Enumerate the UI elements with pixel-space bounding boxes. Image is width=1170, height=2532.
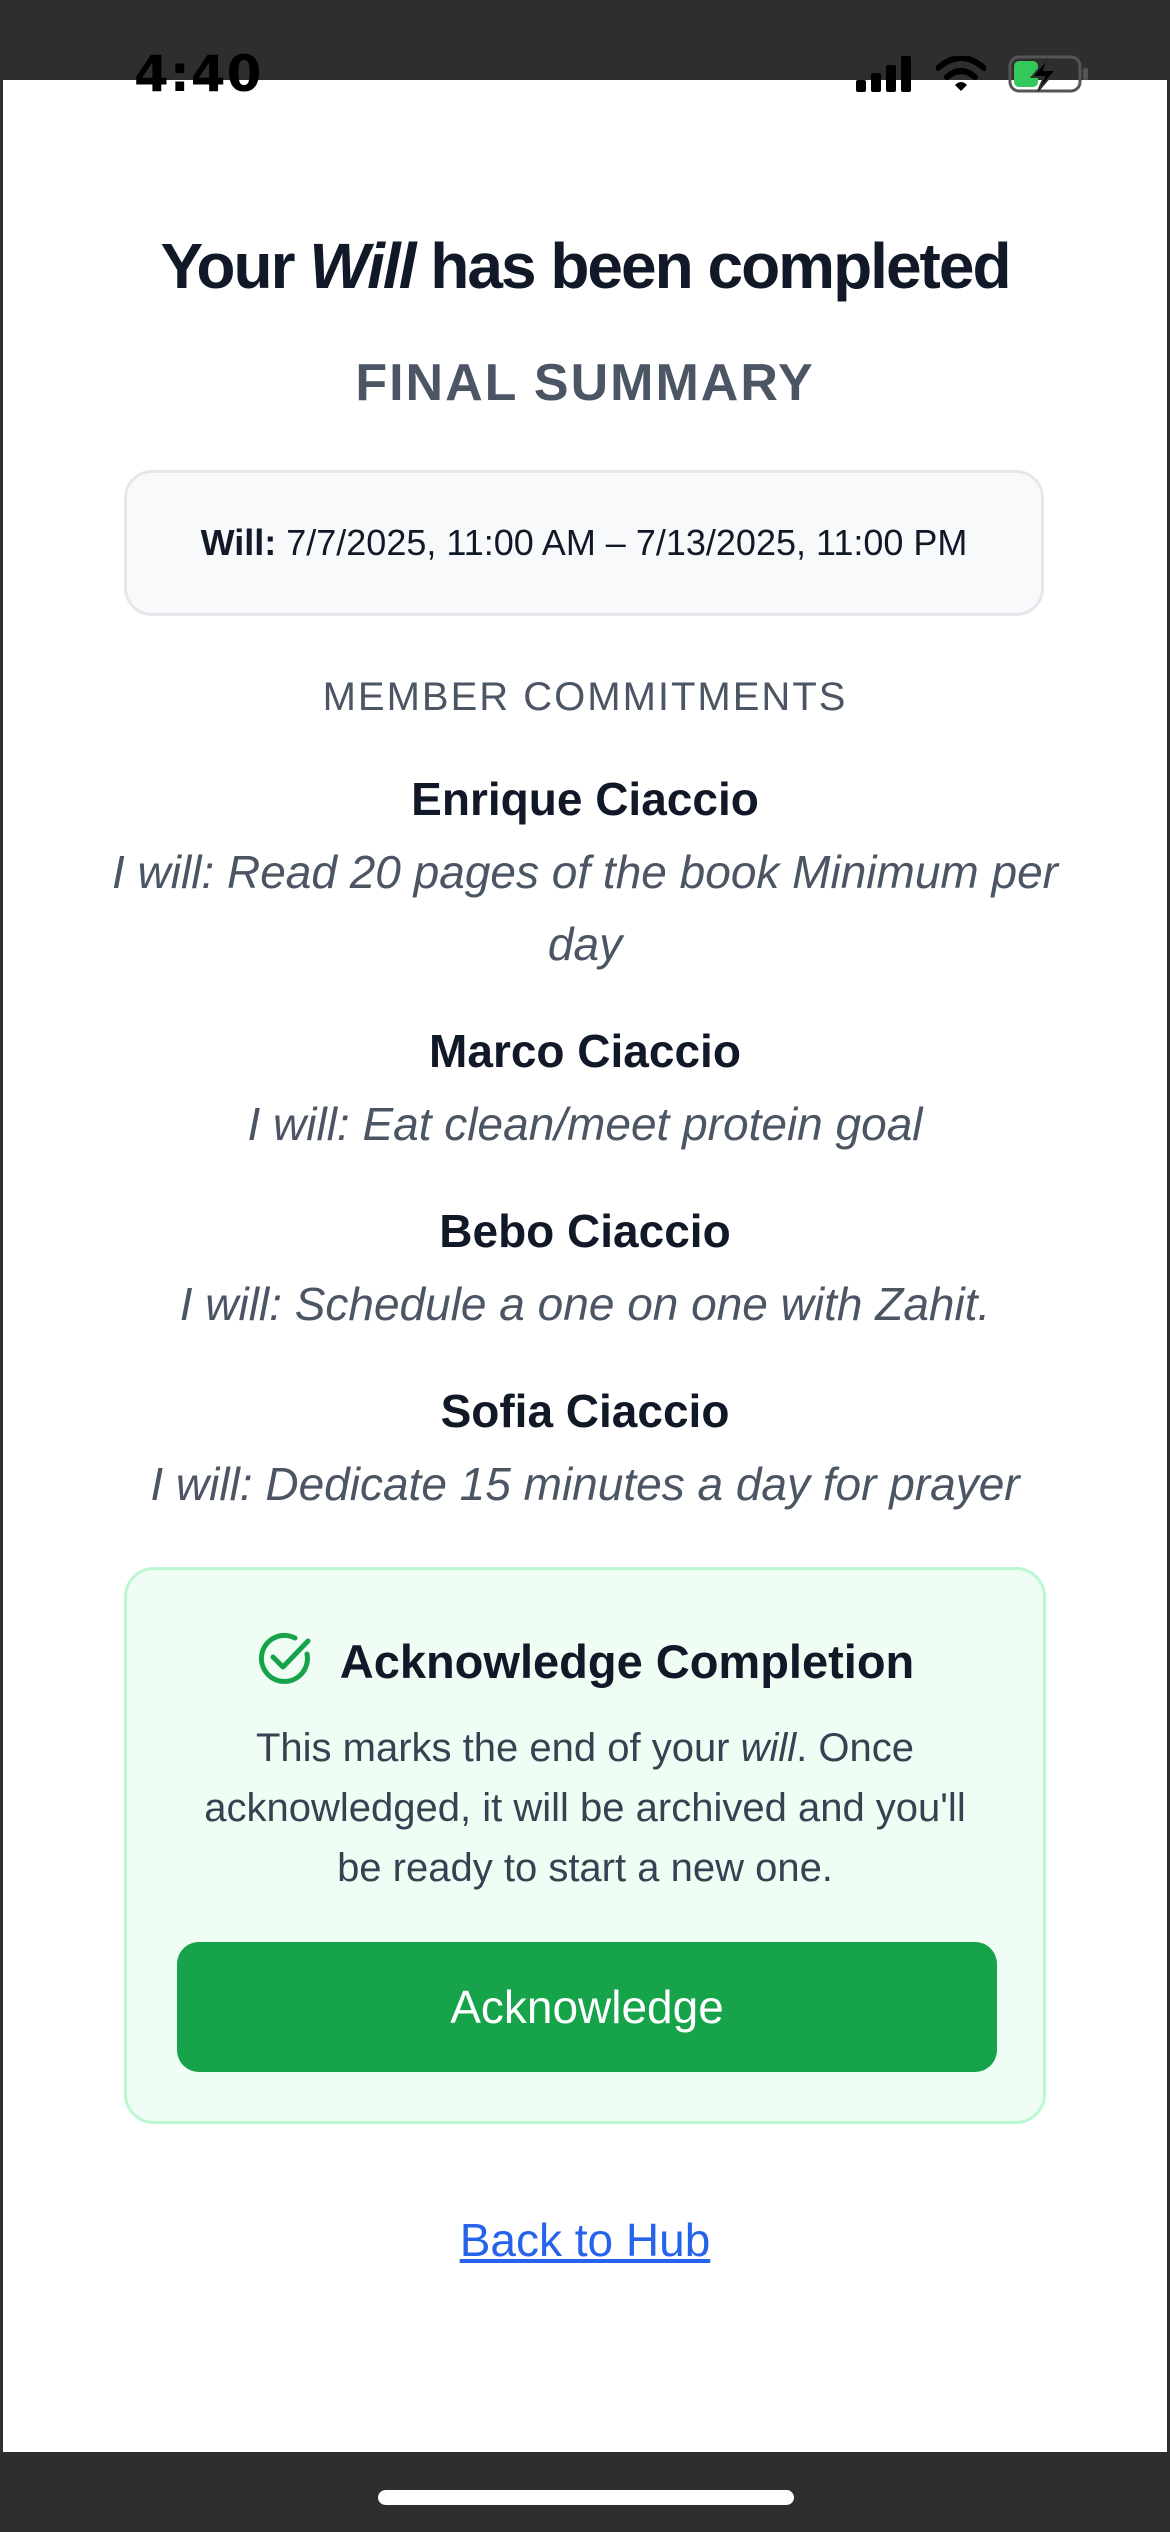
member-name: Enrique Ciaccio: [411, 773, 759, 825]
acknowledge-header: Acknowledge Completion: [127, 1630, 1043, 1693]
status-time: 4:40: [134, 45, 263, 103]
will-period-card: Will: 7/7/2025, 11:00 AM – 7/13/2025, 11…: [124, 470, 1044, 616]
home-indicator[interactable]: [378, 2490, 794, 2505]
check-circle-icon: [256, 1630, 314, 1693]
member-name: Bebo Ciaccio: [439, 1205, 731, 1257]
acknowledge-description: This marks the end of your will. Once ac…: [177, 1718, 993, 1898]
member-commitment: I will: Read 20 pages of the book Minimu…: [111, 846, 1059, 970]
final-summary-label: FINAL SUMMARY: [355, 354, 815, 412]
acknowledge-card: Acknowledge Completion This marks the en…: [124, 1567, 1046, 2124]
member-name: Sofia Ciaccio: [440, 1385, 730, 1437]
status-icons: [856, 54, 1090, 98]
cellular-signal-icon: [856, 55, 914, 97]
wifi-icon: [935, 54, 987, 97]
page-title: Your Will has been completed: [0, 226, 1170, 306]
back-to-hub-link[interactable]: Back to Hub: [0, 2205, 1170, 2275]
member-name: Marco Ciaccio: [429, 1025, 741, 1077]
member-commitment: I will: Eat clean/meet protein goal: [247, 1098, 923, 1150]
acknowledge-description-prefix: This marks the end of your: [255, 1726, 741, 1770]
member-commitment: I will: Schedule a one on one with Zahit…: [179, 1278, 991, 1330]
page-title-emphasis: Will: [309, 230, 416, 302]
page-title-suffix: has been completed: [414, 230, 1011, 302]
will-period-label: Will:: [200, 522, 277, 563]
acknowledge-button[interactable]: Acknowledge: [177, 1942, 997, 2072]
will-period-value: 7/7/2025, 11:00 AM – 7/13/2025, 11:00 PM: [286, 522, 968, 563]
member-commitments-heading: MEMBER COMMITMENTS: [322, 675, 848, 719]
member-commitment: I will: Dedicate 15 minutes a day for pr…: [150, 1458, 1020, 1510]
page-title-prefix: Your: [160, 230, 310, 302]
acknowledge-description-emphasis: will: [740, 1726, 797, 1770]
acknowledge-title: Acknowledge Completion: [339, 1635, 915, 1688]
battery-charging-icon: [1008, 55, 1090, 98]
